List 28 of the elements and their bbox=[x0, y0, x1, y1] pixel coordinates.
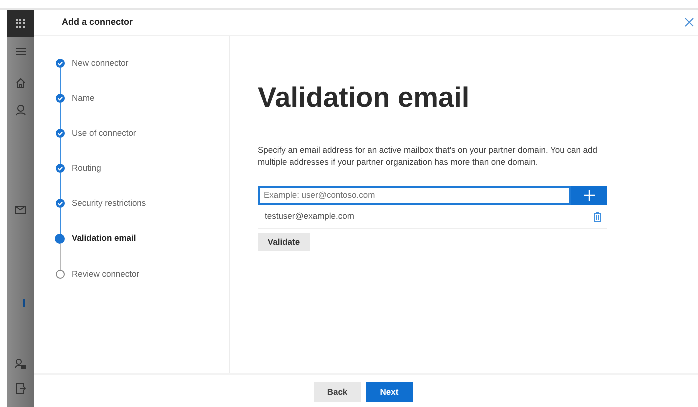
step-label: Security restrictions bbox=[72, 199, 146, 208]
trash-icon[interactable] bbox=[594, 212, 601, 222]
back-button[interactable]: Back bbox=[314, 382, 361, 402]
mail-icon[interactable] bbox=[15, 206, 26, 214]
step-label: Use of connector bbox=[72, 129, 136, 138]
step-label: Name bbox=[72, 94, 95, 103]
active-indicator bbox=[22, 299, 24, 307]
close-icon[interactable] bbox=[685, 18, 694, 27]
panel-title: Add a connector bbox=[62, 16, 134, 29]
plus-icon bbox=[584, 190, 594, 201]
menu-icon[interactable] bbox=[16, 48, 26, 55]
person-lock-icon[interactable] bbox=[15, 359, 26, 369]
next-button[interactable]: Next bbox=[366, 382, 413, 402]
email-input-field[interactable]: Example: user@contoso.com bbox=[258, 186, 571, 205]
step-label: New connector bbox=[72, 59, 129, 68]
app-launcher-icon bbox=[16, 19, 25, 28]
home-icon[interactable] bbox=[16, 78, 26, 88]
person-icon[interactable] bbox=[16, 105, 26, 116]
app-launcher-button[interactable] bbox=[7, 10, 34, 37]
step-label: Routing bbox=[72, 164, 102, 173]
exit-icon[interactable] bbox=[16, 383, 26, 394]
step-label: Review connector bbox=[72, 270, 140, 279]
step-label: Validation email bbox=[72, 234, 136, 243]
add-button[interactable] bbox=[571, 186, 607, 205]
email-address: testuser@example.com bbox=[265, 210, 354, 223]
page-heading: Validation email bbox=[258, 81, 471, 115]
validate-button[interactable]: Validate bbox=[258, 233, 310, 252]
description-text: Specify an email address for an active mailbox that's on your partner domain. You can add multiple addresses if your partner organization has more than one domain. bbox=[258, 144, 598, 168]
